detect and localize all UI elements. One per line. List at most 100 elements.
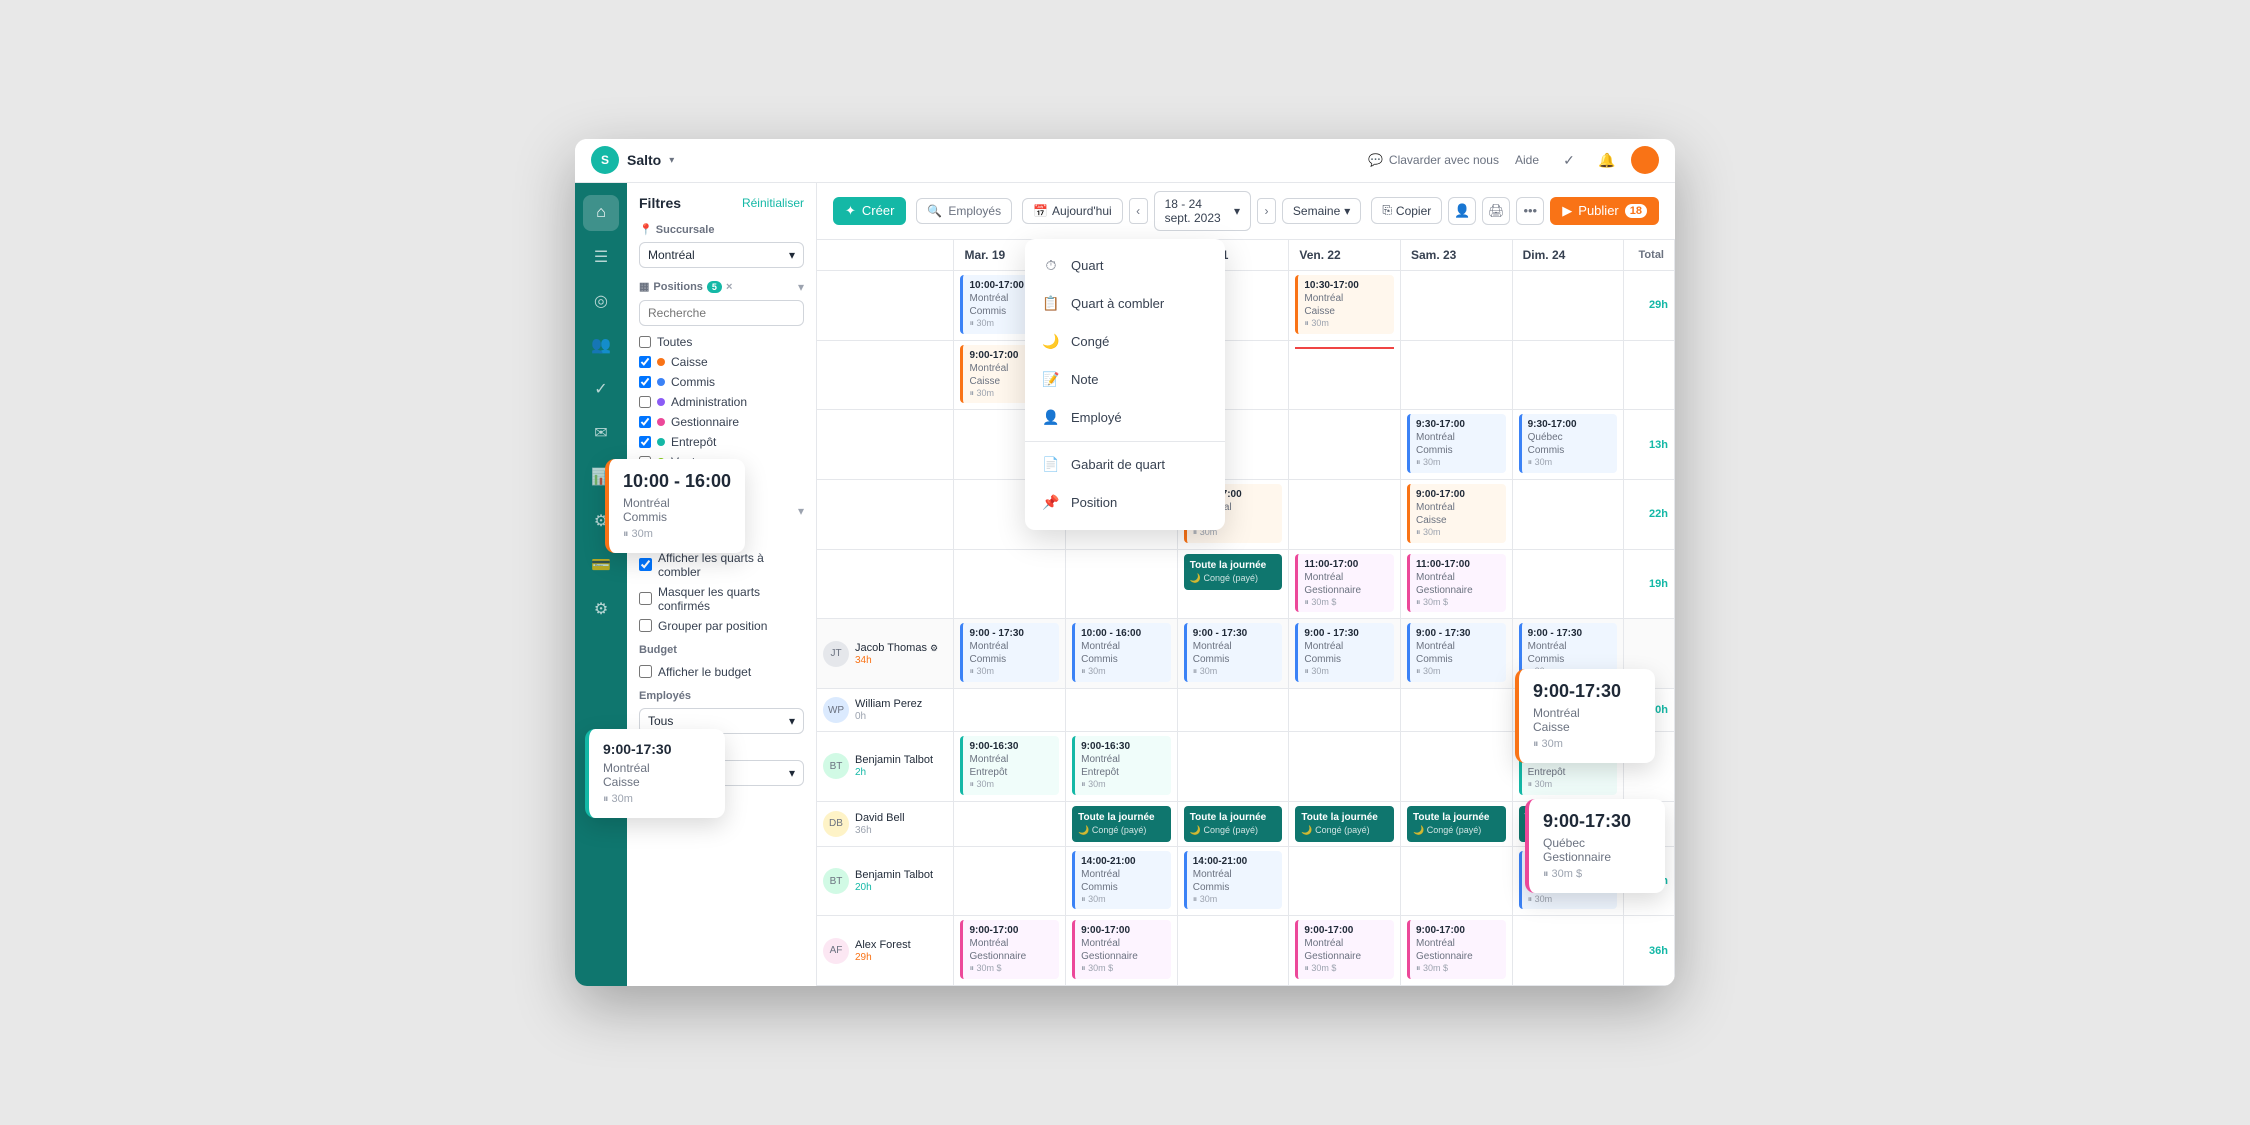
shift-card[interactable]: 9:00-17:00 Montréal Gestionnaire ⏸ 30m $ <box>1407 920 1506 979</box>
shift-cell[interactable]: 9:00-17:00 Montréal Caisse ⏸ 30m <box>1400 479 1512 549</box>
conge-card-david-mer[interactable]: Toute la journée 🌙 Congé (payé) <box>1072 806 1171 842</box>
shift-card[interactable]: 9:30-17:00 Montréal Commis ⏸ 30m <box>1407 414 1506 473</box>
budget-afficher-checkbox[interactable] <box>639 665 652 678</box>
positions-search-input[interactable] <box>639 300 804 326</box>
shift-cell-empty[interactable] <box>1512 270 1624 340</box>
budget-afficher[interactable]: Afficher le budget <box>639 662 804 682</box>
conge-cell[interactable]: Toute la journée 🌙 Congé (payé) <box>1066 801 1178 846</box>
print-icon-btn[interactable]: 🖨 <box>1482 197 1510 225</box>
shift-cell[interactable]: 9:00-17:00 Montréal Gestionnaire ⏸ 30m $ <box>1400 916 1512 986</box>
shift-cell[interactable]: 9:30-17:00 Québec Commis ⏸ 30m <box>1512 410 1624 480</box>
succursale-dropdown[interactable]: Montréal ▾ <box>639 242 804 268</box>
shift-cell[interactable]: 9:00-17:00 Montréal Gestionnaire ⏸ 30m $ <box>1066 916 1178 986</box>
semaine-dropdown[interactable]: Semaine ▾ <box>1282 198 1361 224</box>
shift-card[interactable]: 11:00-17:00 Montréal Gestionnaire ⏸ 30m … <box>1407 554 1506 613</box>
shift-cell[interactable]: 9:00 - 17:30 Montréal Commis ⏸ 30m <box>954 619 1066 689</box>
position-commis[interactable]: Commis <box>639 372 804 392</box>
dropdown-item-position[interactable]: 📌 Position <box>1025 484 1225 522</box>
position-administration[interactable]: Administration <box>639 392 804 412</box>
shift-cell[interactable]: 9:00 - 17:30 Montréal Commis ⏸ 30m <box>1177 619 1289 689</box>
user-avatar[interactable] <box>1631 146 1659 174</box>
shift-cell[interactable]: 10:30-17:00 Montréal Caisse ⏸ 30m <box>1289 270 1401 340</box>
quarts-grouper-checkbox[interactable] <box>639 619 652 632</box>
close-icon[interactable]: × <box>726 281 732 293</box>
position-commis-checkbox[interactable] <box>639 376 651 388</box>
shift-cell[interactable]: 9:00 - 17:30 Montréal Commis ⏸ 30m <box>1289 619 1401 689</box>
shift-card[interactable]: 9:00 - 17:30 Montréal Commis ⏸ 30m <box>1295 623 1394 682</box>
sidebar-icon-message[interactable]: ✉ <box>583 415 619 451</box>
shift-cell[interactable]: 9:30-17:00 Montréal Commis ⏸ 30m <box>1400 410 1512 480</box>
position-toutes[interactable]: Toutes <box>639 332 804 352</box>
sidebar-icon-home[interactable]: ⌂ <box>583 195 619 231</box>
shift-card[interactable]: 10:00 - 16:00 Montréal Commis ⏸ 30m <box>1072 623 1171 682</box>
shift-cell[interactable]: 14:00-21:00 Montréal Commis ⏸ 30m <box>1066 846 1178 916</box>
sidebar-icon-check[interactable]: ✓ <box>583 371 619 407</box>
shift-cell[interactable]: 11:00-17:00 Montréal Gestionnaire ⏸ 30m … <box>1289 549 1401 619</box>
shift-card[interactable]: 9:00-17:00 Montréal Gestionnaire ⏸ 30m $ <box>1072 920 1171 979</box>
quarts-masquer[interactable]: Masquer les quarts confirmés <box>639 582 804 616</box>
shift-card[interactable]: 11:00-17:00 Montréal Gestionnaire ⏸ 30m … <box>1295 554 1394 613</box>
help-link[interactable]: Aide <box>1515 153 1539 167</box>
filter-reset[interactable]: Réinitialiser <box>742 196 804 210</box>
shift-cell[interactable]: 14:00-21:00 Montréal Commis ⏸ 30m <box>1177 846 1289 916</box>
date-range-display[interactable]: 18 - 24 sept. 2023 ▾ <box>1154 191 1251 231</box>
app-dropdown-arrow[interactable]: ▾ <box>669 155 674 166</box>
conge-card[interactable]: Toute la journée 🌙 Congé (payé) <box>1184 554 1283 590</box>
chevron-down-affichage[interactable]: ▾ <box>798 504 804 518</box>
shift-cell[interactable]: 9:00 - 17:30 Montréal Commis ⏸ 30m <box>1400 619 1512 689</box>
quarts-grouper[interactable]: Grouper par position <box>639 616 804 636</box>
sidebar-icon-people[interactable]: 👥 <box>583 327 619 363</box>
shift-card[interactable]: 9:00 - 17:30 Montréal Commis ⏸ 30m <box>1407 623 1506 682</box>
check-icon-btn[interactable]: ✓ <box>1555 146 1583 174</box>
next-week-button[interactable]: › <box>1257 198 1276 224</box>
shift-card[interactable]: 9:00 - 17:30 Montréal Commis ⏸ 30m <box>960 623 1059 682</box>
dropdown-item-quart[interactable]: ⏱ Quart <box>1025 247 1225 285</box>
dropdown-item-gabarit[interactable]: 📄 Gabarit de quart <box>1025 446 1225 484</box>
position-caisse[interactable]: Caisse <box>639 352 804 372</box>
shift-cell[interactable]: 9:00-17:00 Montréal Gestionnaire ⏸ 30m $ <box>1289 916 1401 986</box>
conge-card-david-jeu[interactable]: Toute la journée 🌙 Congé (payé) <box>1184 806 1283 842</box>
conge-cell[interactable]: Toute la journée 🌙 Congé (payé) <box>1177 801 1289 846</box>
employees-filter-btn[interactable]: 🔍 Employés <box>916 198 1012 224</box>
conge-card-david-sam[interactable]: Toute la journée 🌙 Congé (payé) <box>1407 806 1506 842</box>
shift-card[interactable]: 10:30-17:00 Montréal Caisse ⏸ 30m <box>1295 275 1394 334</box>
conge-cell[interactable]: Toute la journée 🌙 Congé (payé) <box>1400 801 1512 846</box>
position-entrepot[interactable]: Entrepôt <box>639 432 804 452</box>
position-toutes-checkbox[interactable] <box>639 336 651 348</box>
conge-cell[interactable]: Toute la journée 🌙 Congé (payé) <box>1289 801 1401 846</box>
shift-card[interactable]: 9:00-16:30 Montréal Entrepôt ⏸ 30m <box>1072 736 1171 795</box>
chat-button[interactable]: 💬 Clavarder avec nous <box>1368 153 1499 167</box>
shift-card[interactable]: 9:00 - 17:30 Montréal Commis ⏸ 30m <box>1184 623 1283 682</box>
shift-card[interactable]: 9:00-17:00 Montréal Caisse ⏸ 30m <box>1407 484 1506 543</box>
shift-cell-empty[interactable] <box>1400 270 1512 340</box>
dropdown-item-conge[interactable]: 🌙 Congé <box>1025 323 1225 361</box>
quarts-masquer-checkbox[interactable] <box>639 592 652 605</box>
today-button[interactable]: 📅 Aujourd'hui <box>1022 198 1123 224</box>
position-entrepot-checkbox[interactable] <box>639 436 651 448</box>
prev-week-button[interactable]: ‹ <box>1129 198 1148 224</box>
sidebar-icon-settings[interactable]: ⚙ <box>583 591 619 627</box>
shift-card[interactable]: 9:00-17:00 Montréal Gestionnaire ⏸ 30m $ <box>1295 920 1394 979</box>
user-icon-btn[interactable]: 👤 <box>1448 197 1476 225</box>
shift-card[interactable]: 9:00-17:00 Montréal Gestionnaire ⏸ 30m $ <box>960 920 1059 979</box>
shift-card[interactable]: 9:30-17:00 Québec Commis ⏸ 30m <box>1519 414 1618 473</box>
position-caisse-checkbox[interactable] <box>639 356 651 368</box>
shift-card[interactable]: 9:00-16:30 Montréal Entrepôt ⏸ 30m <box>960 736 1059 795</box>
shift-cell[interactable]: 9:00-16:30 Montréal Entrepôt ⏸ 30m <box>954 732 1066 802</box>
conge-card-david-ven[interactable]: Toute la journée 🌙 Congé (payé) <box>1295 806 1394 842</box>
copier-button[interactable]: ⎘ Copier <box>1371 197 1442 224</box>
chevron-down-icon[interactable]: ▾ <box>798 280 804 294</box>
shift-cell[interactable]: 9:00-16:30 Montréal Entrepôt ⏸ 30m <box>1066 732 1178 802</box>
conge-cell[interactable]: Toute la journée 🌙 Congé (payé) <box>1177 549 1289 619</box>
shift-cell[interactable]: 11:00-17:00 Montréal Gestionnaire ⏸ 30m … <box>1400 549 1512 619</box>
shift-card[interactable]: 14:00-21:00 Montréal Commis ⏸ 30m <box>1184 851 1283 910</box>
shift-card[interactable]: 14:00-21:00 Montréal Commis ⏸ 30m <box>1072 851 1171 910</box>
position-administration-checkbox[interactable] <box>639 396 651 408</box>
position-gestionnaire-checkbox[interactable] <box>639 416 651 428</box>
dropdown-item-note[interactable]: 📝 Note <box>1025 361 1225 399</box>
sidebar-icon-target[interactable]: ◎ <box>583 283 619 319</box>
dropdown-item-employe[interactable]: 👤 Employé <box>1025 399 1225 437</box>
quarts-combler[interactable]: Afficher les quarts à combler <box>639 548 804 582</box>
dropdown-item-quart-combler[interactable]: 📋 Quart à combler <box>1025 285 1225 323</box>
position-gestionnaire[interactable]: Gestionnaire <box>639 412 804 432</box>
